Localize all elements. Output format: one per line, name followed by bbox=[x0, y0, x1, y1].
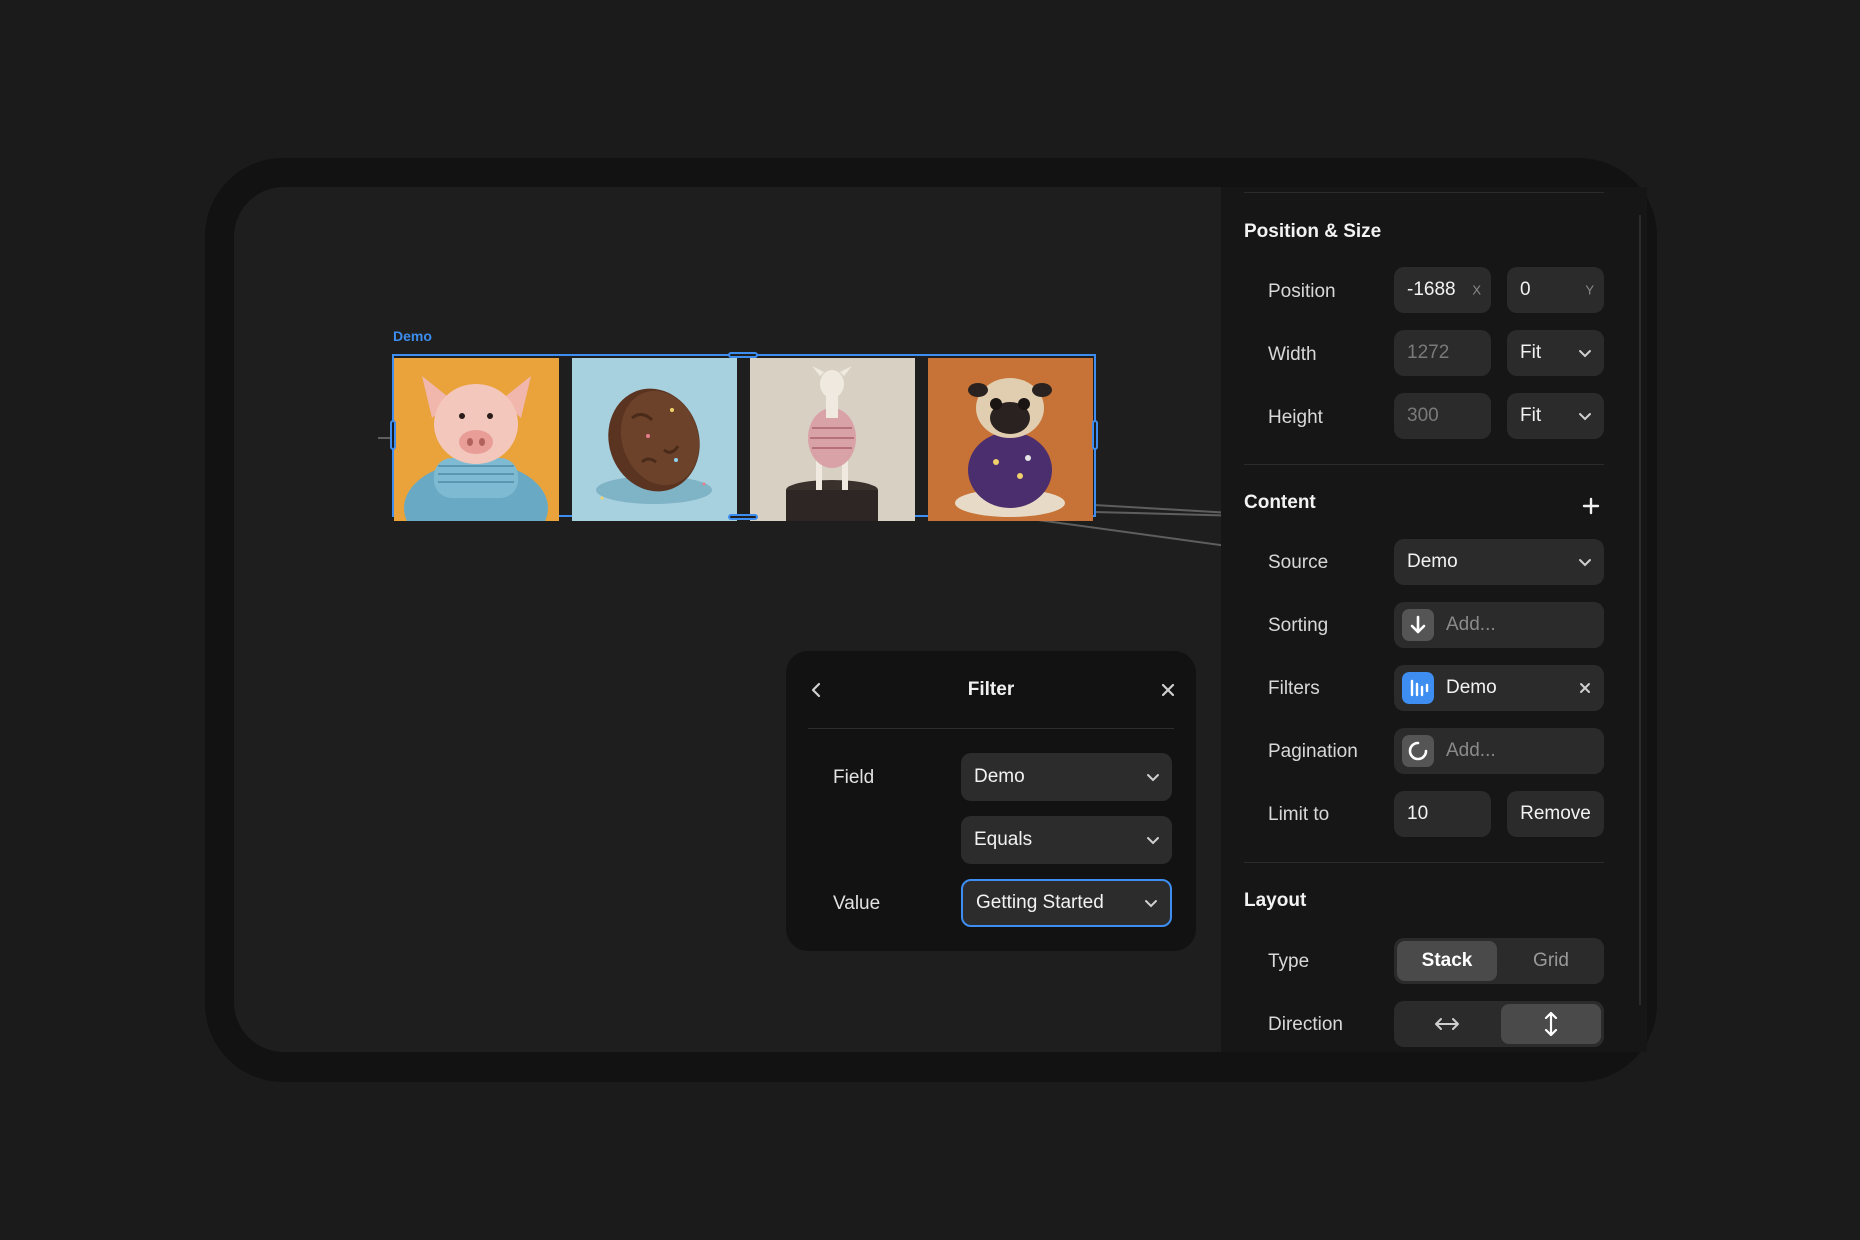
type-option-stack[interactable]: Stack bbox=[1397, 941, 1497, 981]
pagination-label: Pagination bbox=[1268, 741, 1358, 762]
pagination-value: Add... bbox=[1446, 740, 1496, 761]
sorting-value: Add... bbox=[1446, 614, 1496, 635]
height-mode-select[interactable]: Fit bbox=[1507, 393, 1604, 439]
pug-in-shirt-image bbox=[928, 358, 1093, 521]
field-label: Field bbox=[833, 767, 875, 788]
limit-input[interactable]: 10 bbox=[1394, 791, 1491, 837]
position-x-value: -1688 bbox=[1407, 279, 1456, 300]
chevron-down-icon bbox=[1147, 774, 1159, 782]
pig-in-sweater-image bbox=[394, 358, 559, 521]
direction-option-horizontal[interactable] bbox=[1397, 1004, 1497, 1044]
position-y-value: 0 bbox=[1520, 279, 1531, 300]
height-mode-value: Fit bbox=[1520, 405, 1542, 426]
sorting-label: Sorting bbox=[1268, 615, 1329, 636]
remove-label: Remove bbox=[1520, 803, 1591, 824]
direction-toggle bbox=[1394, 1001, 1604, 1047]
value-select-value: Getting Started bbox=[976, 892, 1104, 913]
section-title-position-size: Position & Size bbox=[1244, 221, 1382, 242]
frame-label[interactable]: Demo bbox=[393, 328, 432, 344]
direction-label: Direction bbox=[1268, 1014, 1343, 1035]
direction-option-vertical[interactable] bbox=[1501, 1004, 1601, 1044]
panel-scrollbar[interactable] bbox=[1639, 215, 1641, 1005]
chevron-down-icon bbox=[1147, 837, 1159, 845]
value-label: Value bbox=[833, 893, 881, 914]
sorting-field[interactable]: Add... bbox=[1394, 602, 1604, 648]
source-select[interactable]: Demo bbox=[1394, 539, 1604, 585]
position-y-input[interactable]: 0 Y bbox=[1507, 267, 1604, 313]
remove-filter-icon[interactable] bbox=[1578, 681, 1592, 695]
app-screen: Demo Filter Field Demo Equals Value Gett… bbox=[234, 187, 1647, 1052]
divider bbox=[1244, 192, 1604, 193]
divider bbox=[808, 728, 1174, 729]
filter-bars-icon bbox=[1402, 672, 1434, 704]
resize-handle-top[interactable] bbox=[728, 352, 758, 358]
properties-panel: Position & Size Position -1688 X 0 Y Wid… bbox=[1221, 187, 1647, 1052]
height-label: Height bbox=[1268, 407, 1323, 428]
width-mode-value: Fit bbox=[1520, 342, 1542, 363]
add-icon[interactable] bbox=[1581, 496, 1601, 516]
type-label: Type bbox=[1268, 951, 1310, 972]
chevron-down-icon bbox=[1579, 559, 1591, 567]
remove-limit-button[interactable]: Remove bbox=[1507, 791, 1604, 837]
close-icon[interactable] bbox=[1156, 678, 1180, 702]
value-select[interactable]: Getting Started bbox=[961, 879, 1172, 927]
spinner-icon bbox=[1402, 735, 1434, 767]
chevron-down-icon bbox=[1579, 350, 1591, 358]
field-select-value: Demo bbox=[974, 766, 1025, 787]
source-value: Demo bbox=[1407, 551, 1458, 572]
filter-popover: Filter Field Demo Equals Value Getting S… bbox=[786, 651, 1196, 951]
divider bbox=[1244, 464, 1604, 465]
vertical-arrows-icon bbox=[1544, 1011, 1558, 1037]
resize-handle-bottom[interactable] bbox=[728, 514, 758, 520]
source-label: Source bbox=[1268, 552, 1329, 573]
pagination-field[interactable]: Add... bbox=[1394, 728, 1604, 774]
operator-select-value: Equals bbox=[974, 829, 1033, 850]
layout-type-toggle: Stack Grid bbox=[1394, 938, 1604, 984]
selected-stack-frame[interactable] bbox=[390, 352, 1098, 521]
height-input[interactable]: 300 bbox=[1394, 393, 1491, 439]
resize-handle-right[interactable] bbox=[1092, 420, 1098, 450]
cookie-image bbox=[572, 358, 737, 521]
popover-title: Filter bbox=[967, 679, 1015, 700]
width-label: Width bbox=[1268, 344, 1317, 365]
operator-select[interactable]: Equals bbox=[961, 816, 1172, 864]
section-title-content: Content bbox=[1244, 492, 1316, 513]
section-title-layout: Layout bbox=[1244, 890, 1307, 911]
field-select[interactable]: Demo bbox=[961, 753, 1172, 801]
type-option-grid[interactable]: Grid bbox=[1501, 941, 1601, 981]
width-value: 1272 bbox=[1407, 342, 1450, 363]
x-suffix: X bbox=[1472, 282, 1481, 298]
limit-value: 10 bbox=[1407, 803, 1429, 824]
resize-handle-left[interactable] bbox=[390, 420, 396, 450]
design-canvas[interactable]: Demo Filter Field Demo Equals Value Gett… bbox=[234, 187, 1221, 1052]
divider bbox=[1244, 862, 1604, 863]
width-mode-select[interactable]: Fit bbox=[1507, 330, 1604, 376]
height-value: 300 bbox=[1407, 405, 1439, 426]
horizontal-arrows-icon bbox=[1435, 1018, 1459, 1030]
filters-label: Filters bbox=[1268, 678, 1320, 699]
limit-label: Limit to bbox=[1268, 804, 1330, 825]
arrow-down-icon bbox=[1402, 609, 1434, 641]
chevron-down-icon bbox=[1579, 413, 1591, 421]
filters-value: Demo bbox=[1446, 677, 1497, 698]
width-input[interactable]: 1272 bbox=[1394, 330, 1491, 376]
position-x-input[interactable]: -1688 X bbox=[1394, 267, 1491, 313]
goat-on-pedestal-image bbox=[750, 358, 915, 521]
y-suffix: Y bbox=[1585, 282, 1594, 298]
chevron-down-icon bbox=[1145, 900, 1157, 908]
filters-field[interactable]: Demo bbox=[1394, 665, 1604, 711]
position-label: Position bbox=[1268, 281, 1336, 302]
